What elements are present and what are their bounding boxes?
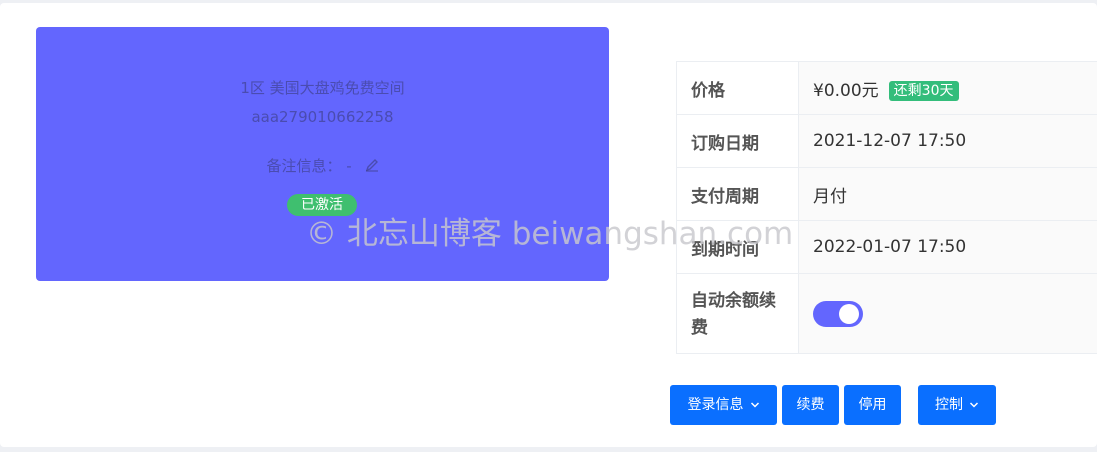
service-details-table: 价格 ¥0.00元 还剩30天 订购日期 2021-12-07 17:50 支付周… [676, 61, 1097, 354]
table-row: 自动余额续费 [676, 273, 1097, 354]
expire-label: 到期时间 [676, 220, 799, 274]
toggle-knob [839, 303, 859, 324]
control-button[interactable]: 控制 [918, 385, 996, 425]
remark-row: 备注信息： - [36, 155, 609, 176]
chevron-down-icon [750, 385, 760, 425]
pay-cycle-value: 月付 [798, 167, 1097, 221]
auto-renew-cell [798, 273, 1097, 354]
product-card: 1区 美国大盘鸡免费空间 aaa279010662258 备注信息： - 已激活 [36, 27, 609, 281]
renew-button[interactable]: 续费 [782, 385, 839, 425]
expire-value: 2022-01-07 17:50 [798, 220, 1097, 274]
table-row: 到期时间 2022-01-07 17:50 [676, 220, 1097, 274]
disable-button[interactable]: 停用 [844, 385, 901, 425]
control-label: 控制 [935, 397, 963, 413]
remark-value: - [346, 157, 352, 175]
login-info-label: 登录信息 [687, 397, 744, 413]
pay-cycle-label: 支付周期 [676, 167, 799, 221]
price-cell: ¥0.00元 还剩30天 [798, 61, 1097, 115]
table-row: 支付周期 月付 [676, 167, 1097, 221]
pencil-icon[interactable] [365, 158, 379, 176]
chevron-down-icon [969, 385, 979, 425]
order-date-value: 2021-12-07 17:50 [798, 114, 1097, 168]
order-date-label: 订购日期 [676, 114, 799, 168]
table-row: 价格 ¥0.00元 还剩30天 [676, 61, 1097, 115]
product-title: 1区 美国大盘鸡免费空间 [240, 79, 405, 97]
remaining-days-badge: 还剩30天 [888, 80, 959, 101]
remark-label: 备注信息： [266, 157, 342, 175]
content-panel: 1区 美国大盘鸡免费空间 aaa279010662258 备注信息： - 已激活… [0, 3, 1097, 447]
auto-renew-label: 自动余额续费 [676, 273, 799, 354]
product-account: aaa279010662258 [251, 108, 394, 126]
status-badge: 已激活 [287, 194, 357, 216]
login-info-button[interactable]: 登录信息 [670, 385, 777, 425]
table-row: 订购日期 2021-12-07 17:50 [676, 114, 1097, 168]
price-value: ¥0.00元 [813, 80, 879, 101]
auto-renew-toggle[interactable] [813, 300, 863, 327]
price-label: 价格 [676, 61, 799, 115]
